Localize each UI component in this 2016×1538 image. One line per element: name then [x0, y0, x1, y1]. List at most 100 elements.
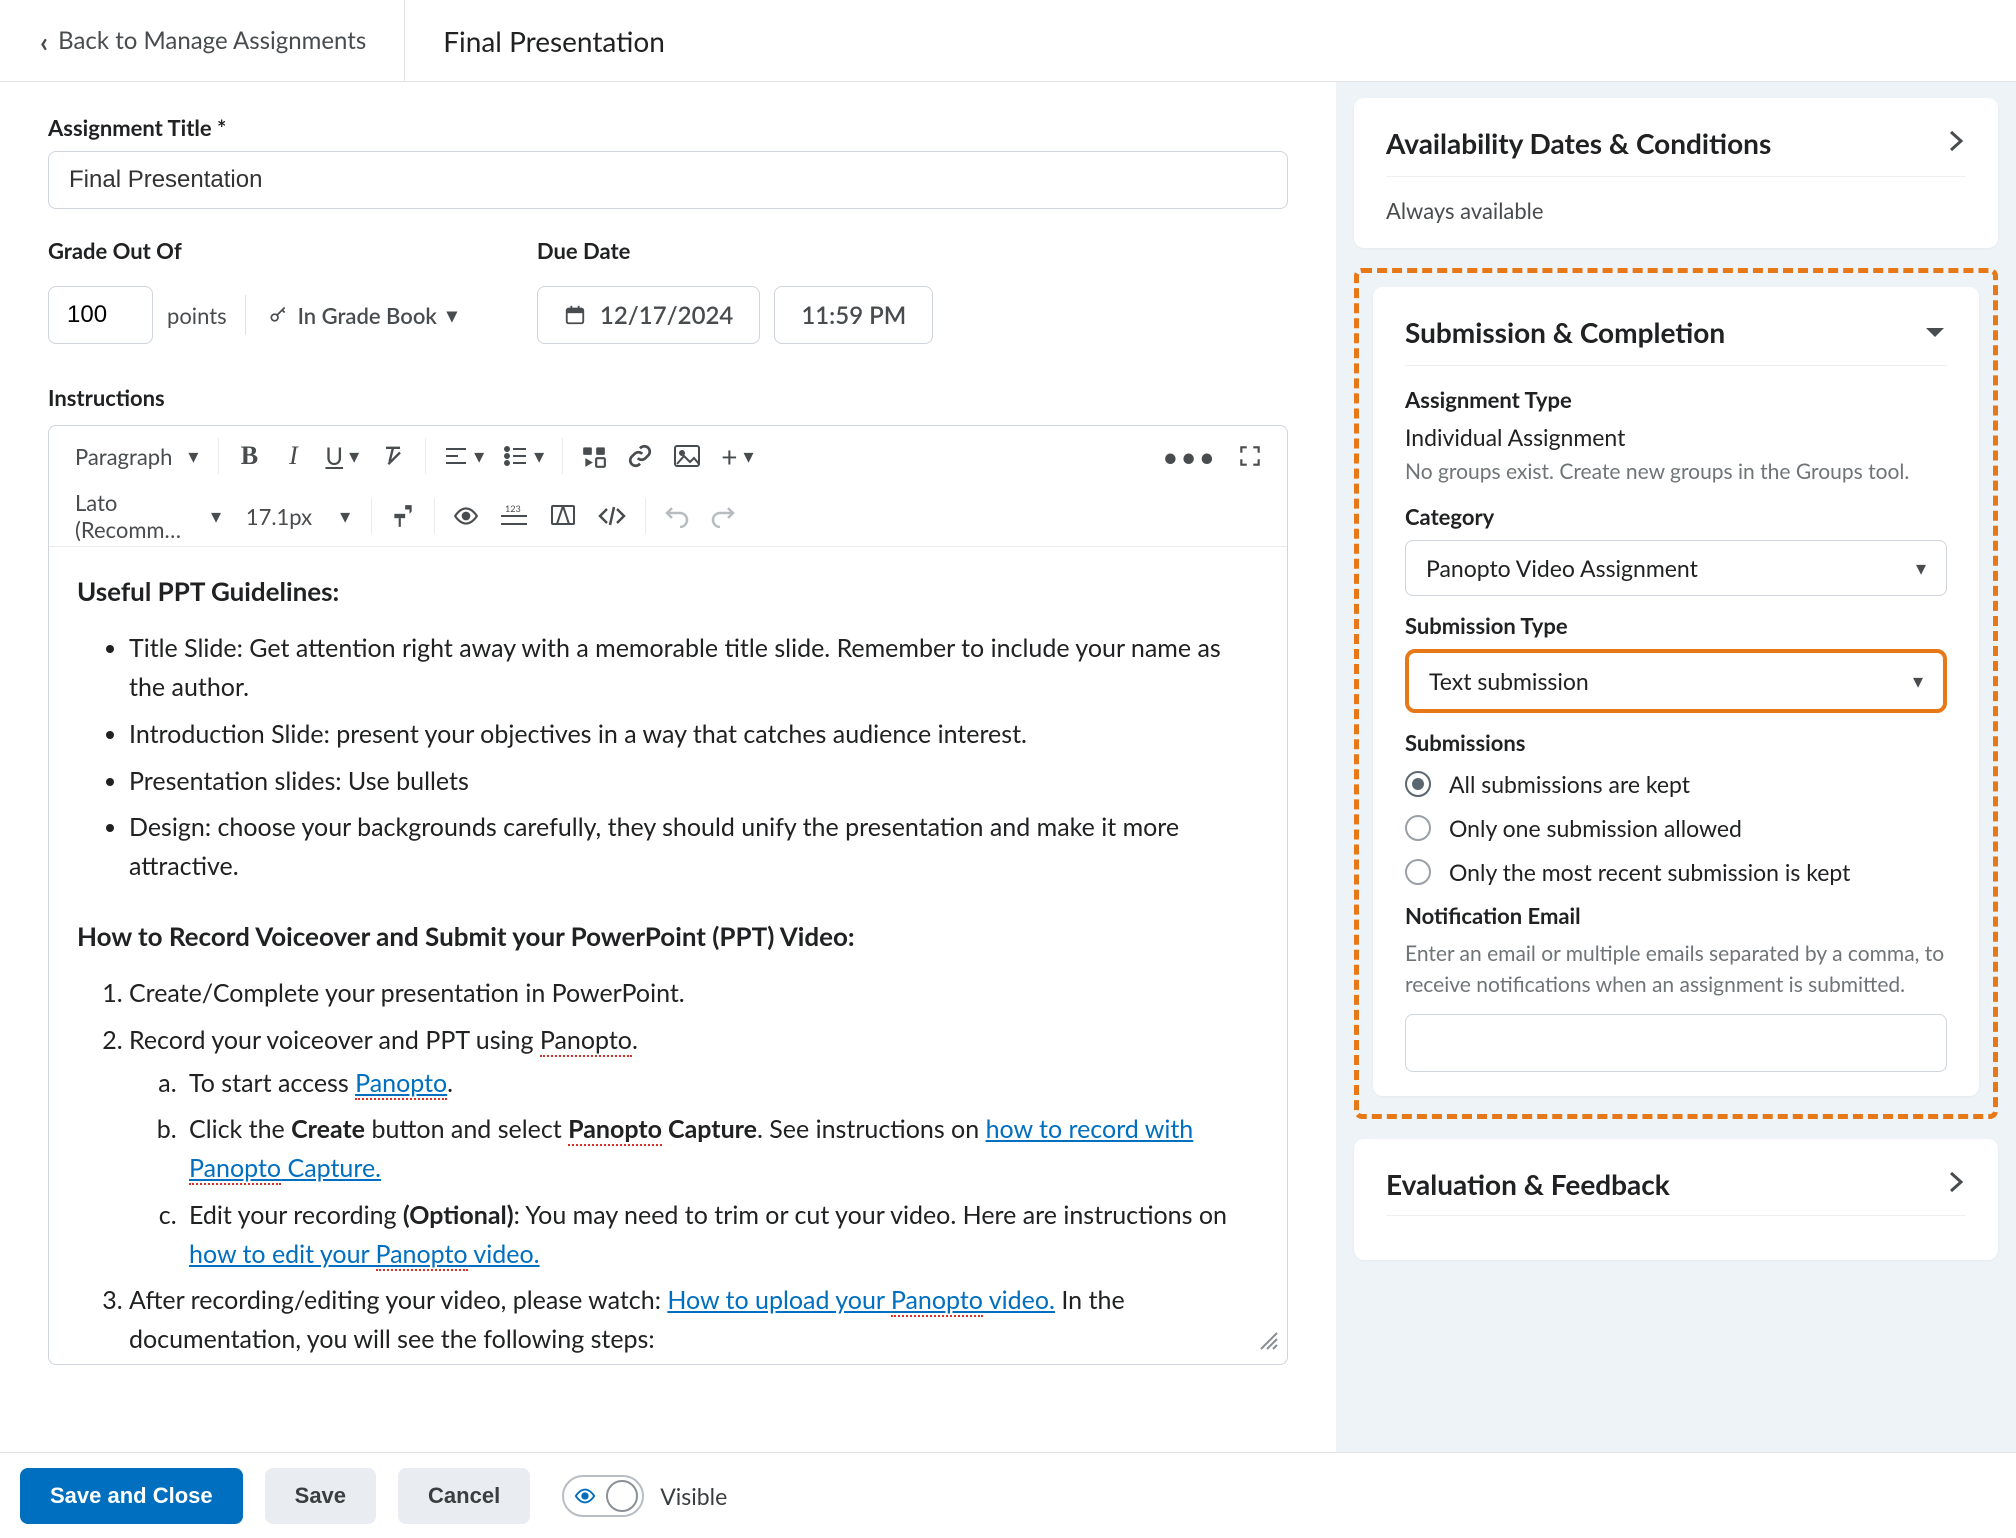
points-label: points: [153, 295, 246, 335]
format-painter-button[interactable]: [380, 494, 426, 538]
notification-email-help: Enter an email or multiple emails separa…: [1405, 939, 1947, 1000]
list-item: After recording/editing your video, plea…: [129, 1281, 1259, 1364]
due-date-picker[interactable]: 12/17/2024: [537, 286, 760, 344]
in-gradebook-dropdown[interactable]: In Grade Book ▾: [246, 302, 457, 329]
grade-points-input[interactable]: [48, 286, 153, 344]
bold-button[interactable]: B: [227, 434, 271, 478]
insert-more-button[interactable]: + ▾: [711, 434, 763, 478]
editor-heading: Useful PPT Guidelines:: [77, 571, 1259, 611]
radio-most-recent[interactable]: Only the most recent submission is kept: [1405, 858, 1947, 886]
radio-only-one[interactable]: Only one submission allowed: [1405, 814, 1947, 842]
visibility-label: Visible: [660, 1482, 727, 1510]
submission-highlight: Submission & Completion Assignment Type …: [1354, 268, 1998, 1119]
submission-panel: Submission & Completion Assignment Type …: [1373, 287, 1979, 1096]
cancel-button[interactable]: Cancel: [398, 1468, 530, 1524]
chevron-down-icon: ▾: [447, 303, 457, 327]
chevron-down-icon: ▾: [211, 504, 221, 528]
visibility-toggle[interactable]: [562, 1475, 644, 1517]
resize-handle[interactable]: [1255, 1322, 1279, 1358]
paragraph-style-select[interactable]: Paragraph ▾: [63, 434, 210, 478]
footer-bar: Save and Close Save Cancel Visible: [0, 1452, 2016, 1538]
submissions-label: Submissions: [1405, 729, 1947, 756]
list-item: Click the Create button and select Panop…: [183, 1110, 1259, 1188]
list-button[interactable]: ▾: [494, 434, 554, 478]
list-item: To start access Panopto.: [183, 1064, 1259, 1103]
due-time-value: 11:59 PM: [801, 301, 906, 330]
calendar-icon: [564, 304, 586, 326]
submission-title: Submission & Completion: [1405, 315, 1725, 349]
notification-email-input[interactable]: [1405, 1014, 1947, 1072]
quicklink-button[interactable]: [617, 434, 663, 478]
grade-due-row: Grade Out Of points In Grade Book ▾ Due …: [48, 237, 1288, 344]
insert-stuff-button[interactable]: [571, 434, 617, 478]
page-title: Final Presentation: [405, 24, 665, 58]
chevron-down-icon: ▾: [349, 444, 359, 468]
align-button[interactable]: ▾: [434, 434, 494, 478]
svg-text:123: 123: [505, 504, 521, 514]
how-to-edit-link[interactable]: how to edit your Panopto video.: [189, 1239, 540, 1271]
font-family-select[interactable]: Lato (Recomm… ▾: [63, 494, 233, 538]
how-to-upload-link[interactable]: How to upload your Panopto video.: [667, 1285, 1055, 1317]
in-gradebook-label: In Grade Book: [298, 302, 437, 329]
panopto-link[interactable]: Panopto: [355, 1068, 447, 1100]
clear-format-button[interactable]: [369, 434, 417, 478]
key-icon: [268, 305, 288, 325]
chevron-down-icon: ▾: [1913, 669, 1923, 693]
collapse-icon[interactable]: [1923, 319, 1947, 346]
font-size-select[interactable]: 17.1px ▾: [233, 494, 363, 538]
save-and-close-button[interactable]: Save and Close: [20, 1468, 243, 1524]
main-layout: Assignment Title Grade Out Of points In …: [0, 82, 2016, 1452]
accessibility-button[interactable]: [443, 494, 489, 538]
top-bar: ‹ Back to Manage Assignments Final Prese…: [0, 0, 2016, 82]
underline-button[interactable]: U▾: [315, 434, 369, 478]
radio-icon: [1405, 771, 1431, 797]
notification-email-label: Notification Email: [1405, 902, 1947, 929]
fullscreen-button[interactable]: [1227, 434, 1273, 478]
editor-toolbar: Paragraph ▾ B I U▾ ▾: [49, 426, 1287, 547]
evaluation-title: Evaluation & Feedback: [1386, 1167, 1670, 1201]
chevron-down-icon: ▾: [1916, 556, 1926, 580]
assignment-type-help: No groups exist. Create new groups in th…: [1405, 457, 1947, 487]
assignment-title-label: Assignment Title: [48, 114, 1288, 141]
category-select[interactable]: Panopto Video Assignment ▾: [1405, 540, 1947, 596]
back-label: Back to Manage Assignments: [58, 26, 366, 55]
bullet-item: Design: choose your backgrounds carefull…: [129, 808, 1259, 886]
assignment-title-input[interactable]: [48, 151, 1288, 209]
expand-icon[interactable]: [1946, 129, 1966, 158]
back-to-assignments-link[interactable]: ‹ Back to Manage Assignments: [0, 0, 405, 81]
submission-type-label: Submission Type: [1405, 612, 1947, 639]
submission-type-select[interactable]: Text submission ▾: [1405, 649, 1947, 713]
chevron-down-icon: ▾: [188, 444, 198, 468]
insert-image-button[interactable]: [663, 434, 711, 478]
italic-button[interactable]: I: [271, 434, 315, 478]
chevron-down-icon: ▾: [340, 504, 350, 528]
save-button[interactable]: Save: [265, 1468, 376, 1524]
bullet-item: Title Slide: Get attention right away wi…: [129, 629, 1259, 707]
chevron-down-icon: ▾: [534, 444, 544, 468]
preview-button[interactable]: [539, 494, 587, 538]
word-count-button[interactable]: 123: [489, 494, 539, 538]
more-actions-button[interactable]: •••: [1152, 434, 1227, 478]
chevron-down-icon: ▾: [474, 444, 484, 468]
expand-icon[interactable]: [1946, 1170, 1966, 1199]
category-label: Category: [1405, 503, 1947, 530]
radio-icon: [1405, 859, 1431, 885]
instructions-editor: Paragraph ▾ B I U▾ ▾: [48, 425, 1288, 1365]
radio-icon: [1405, 815, 1431, 841]
grade-out-of-label: Grade Out Of: [48, 237, 457, 264]
due-time-picker[interactable]: 11:59 PM: [774, 286, 933, 344]
radio-all-kept[interactable]: All submissions are kept: [1405, 770, 1947, 798]
list-item: Create/Complete your presentation in Pow…: [129, 974, 1259, 1013]
bullet-item: Introduction Slide: present your objecti…: [129, 715, 1259, 754]
source-code-button[interactable]: [587, 494, 637, 538]
bullet-item: Presentation slides: Use bullets: [129, 762, 1259, 801]
assignment-type-label: Assignment Type: [1405, 386, 1947, 413]
redo-button[interactable]: [700, 494, 746, 538]
undo-button[interactable]: [654, 494, 700, 538]
availability-panel: Availability Dates & Conditions Always a…: [1354, 98, 1998, 248]
chevron-left-icon: ‹: [40, 24, 48, 58]
editor-content[interactable]: Useful PPT Guidelines: Title Slide: Get …: [49, 547, 1287, 1364]
evaluation-panel: Evaluation & Feedback: [1354, 1139, 1998, 1260]
left-panel: Assignment Title Grade Out Of points In …: [0, 82, 1336, 1452]
availability-summary: Always available: [1386, 197, 1966, 224]
